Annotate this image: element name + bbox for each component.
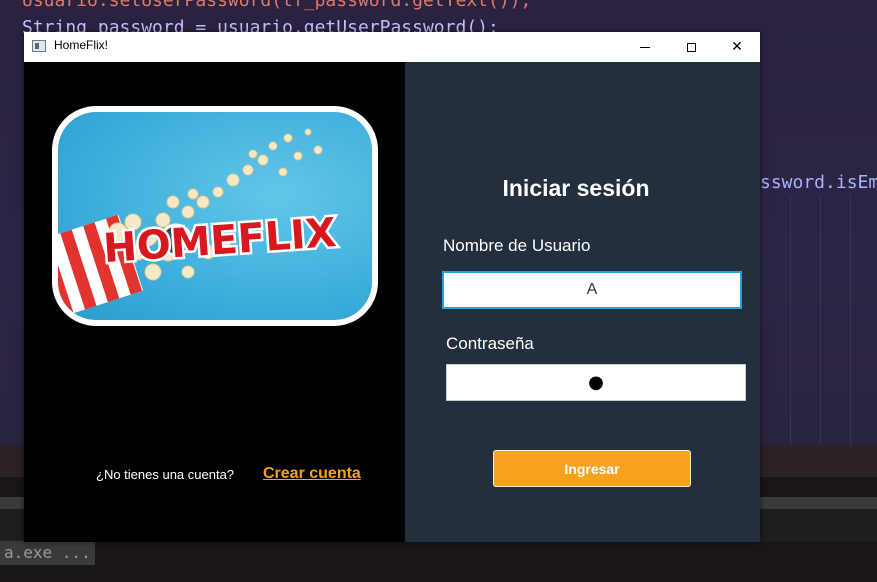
login-button[interactable]: Ingresar [493,450,691,487]
indent-guide [820,195,821,445]
close-button[interactable]: ✕ [714,32,760,62]
indent-guide [790,195,791,445]
username-input[interactable]: A [442,271,742,309]
homeflix-window: HomeFlix! ✕ HOMEFLIX ¿No tienes una cuen… [24,32,760,542]
left-panel: HOMEFLIX ¿No tienes una cuenta? Crear cu… [24,62,405,542]
code-line: Usuario.setUserPassword(tf_password.getT… [22,0,532,11]
app-icon [32,40,46,52]
create-account-link[interactable]: Crear cuenta [263,465,361,483]
logo-image: HOMEFLIX [58,112,372,320]
minimize-button[interactable] [622,32,668,62]
maximize-button[interactable] [668,32,714,62]
login-panel: Iniciar sesión Nombre de Usuario A Contr… [405,62,760,542]
code-line: ssword.isEmp [760,172,877,193]
window-titlebar[interactable]: HomeFlix! ✕ [24,32,760,62]
password-input[interactable]: ● [446,364,746,401]
console-output: a.exe ... [0,541,95,565]
password-label: Contraseña [446,334,534,353]
window-title: HomeFlix! [54,38,109,52]
login-title: Iniciar sesión [502,175,650,201]
homeflix-logo: HOMEFLIX [52,106,378,326]
popcorn-illustration: HOMEFLIX [58,128,340,317]
close-icon: ✕ [731,39,743,55]
no-account-text: ¿No tienes una cuenta? [96,467,235,482]
username-label: Nombre de Usuario [443,236,591,255]
maximize-icon [686,42,696,52]
indent-guide [850,195,851,445]
minimize-icon [640,46,650,48]
